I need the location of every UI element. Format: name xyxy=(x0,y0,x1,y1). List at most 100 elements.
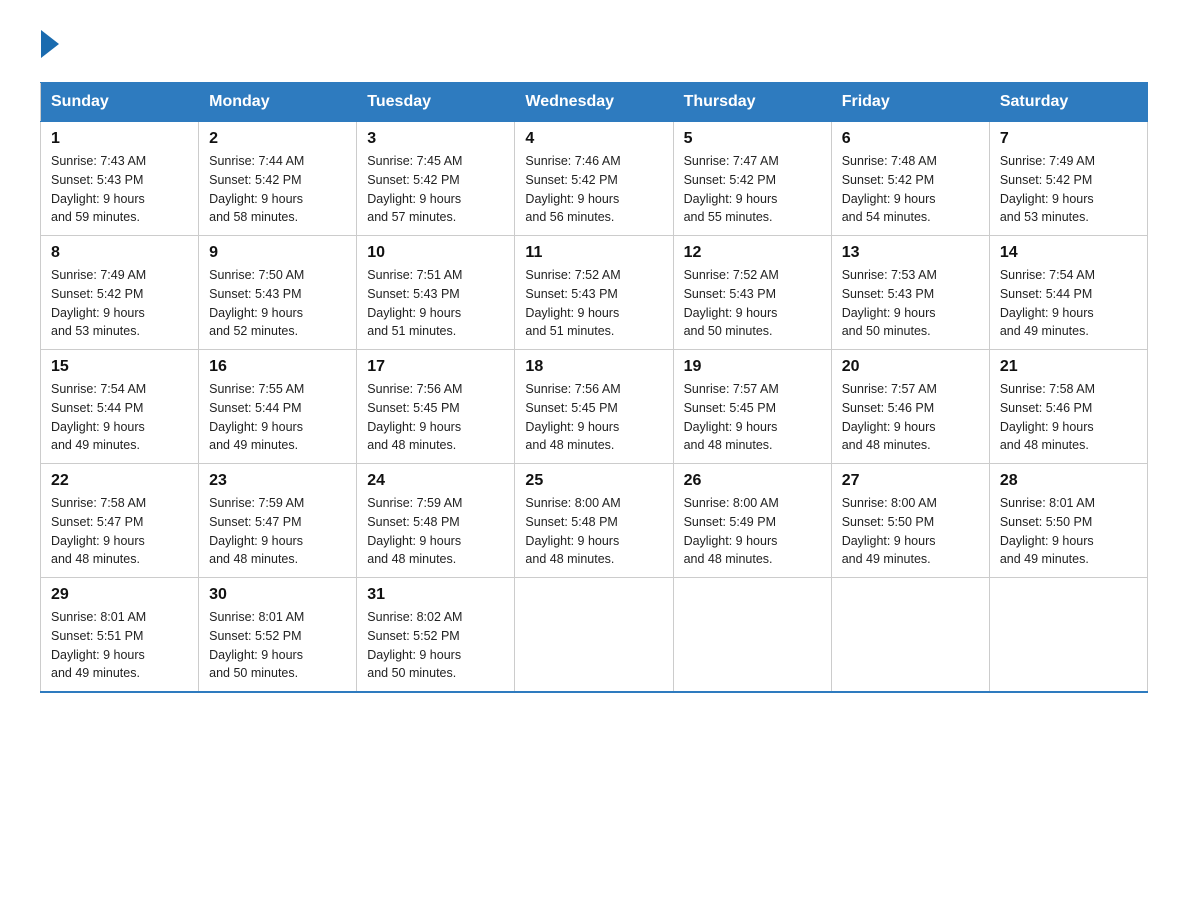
calendar-day-cell: 29 Sunrise: 8:01 AM Sunset: 5:51 PM Dayl… xyxy=(41,578,199,693)
day-number: 16 xyxy=(209,358,346,376)
calendar-day-cell: 20 Sunrise: 7:57 AM Sunset: 5:46 PM Dayl… xyxy=(831,350,989,464)
calendar-day-cell: 4 Sunrise: 7:46 AM Sunset: 5:42 PM Dayli… xyxy=(515,122,673,236)
day-info: Sunrise: 7:55 AM Sunset: 5:44 PM Dayligh… xyxy=(209,380,346,455)
calendar-day-cell: 23 Sunrise: 7:59 AM Sunset: 5:47 PM Dayl… xyxy=(199,464,357,578)
day-number: 12 xyxy=(684,244,821,262)
calendar-header: SundayMondayTuesdayWednesdayThursdayFrid… xyxy=(41,83,1148,122)
calendar-week-row: 15 Sunrise: 7:54 AM Sunset: 5:44 PM Dayl… xyxy=(41,350,1148,464)
day-number: 26 xyxy=(684,472,821,490)
calendar-day-cell: 28 Sunrise: 8:01 AM Sunset: 5:50 PM Dayl… xyxy=(989,464,1147,578)
weekday-header-monday: Monday xyxy=(199,83,357,122)
calendar-day-cell: 1 Sunrise: 7:43 AM Sunset: 5:43 PM Dayli… xyxy=(41,122,199,236)
day-number: 29 xyxy=(51,586,188,604)
calendar-day-cell: 30 Sunrise: 8:01 AM Sunset: 5:52 PM Dayl… xyxy=(199,578,357,693)
weekday-header-sunday: Sunday xyxy=(41,83,199,122)
logo-arrow-icon xyxy=(41,30,59,58)
day-number: 4 xyxy=(525,130,662,148)
day-info: Sunrise: 7:44 AM Sunset: 5:42 PM Dayligh… xyxy=(209,152,346,227)
day-info: Sunrise: 7:45 AM Sunset: 5:42 PM Dayligh… xyxy=(367,152,504,227)
weekday-header-saturday: Saturday xyxy=(989,83,1147,122)
calendar-day-cell: 13 Sunrise: 7:53 AM Sunset: 5:43 PM Dayl… xyxy=(831,236,989,350)
day-number: 6 xyxy=(842,130,979,148)
weekday-header-wednesday: Wednesday xyxy=(515,83,673,122)
calendar-day-cell xyxy=(515,578,673,693)
day-number: 24 xyxy=(367,472,504,490)
day-number: 21 xyxy=(1000,358,1137,376)
calendar-day-cell: 18 Sunrise: 7:56 AM Sunset: 5:45 PM Dayl… xyxy=(515,350,673,464)
day-info: Sunrise: 7:57 AM Sunset: 5:46 PM Dayligh… xyxy=(842,380,979,455)
calendar-day-cell: 6 Sunrise: 7:48 AM Sunset: 5:42 PM Dayli… xyxy=(831,122,989,236)
calendar-day-cell: 7 Sunrise: 7:49 AM Sunset: 5:42 PM Dayli… xyxy=(989,122,1147,236)
day-info: Sunrise: 8:00 AM Sunset: 5:50 PM Dayligh… xyxy=(842,494,979,569)
day-number: 19 xyxy=(684,358,821,376)
day-info: Sunrise: 7:47 AM Sunset: 5:42 PM Dayligh… xyxy=(684,152,821,227)
day-number: 18 xyxy=(525,358,662,376)
day-number: 7 xyxy=(1000,130,1137,148)
weekday-header-thursday: Thursday xyxy=(673,83,831,122)
day-number: 2 xyxy=(209,130,346,148)
logo xyxy=(40,30,59,58)
day-number: 31 xyxy=(367,586,504,604)
day-number: 20 xyxy=(842,358,979,376)
day-number: 10 xyxy=(367,244,504,262)
day-number: 30 xyxy=(209,586,346,604)
calendar-day-cell xyxy=(989,578,1147,693)
calendar-day-cell: 26 Sunrise: 8:00 AM Sunset: 5:49 PM Dayl… xyxy=(673,464,831,578)
calendar-day-cell: 14 Sunrise: 7:54 AM Sunset: 5:44 PM Dayl… xyxy=(989,236,1147,350)
day-info: Sunrise: 8:00 AM Sunset: 5:49 PM Dayligh… xyxy=(684,494,821,569)
weekday-header-row: SundayMondayTuesdayWednesdayThursdayFrid… xyxy=(41,83,1148,122)
day-info: Sunrise: 7:48 AM Sunset: 5:42 PM Dayligh… xyxy=(842,152,979,227)
day-info: Sunrise: 7:52 AM Sunset: 5:43 PM Dayligh… xyxy=(684,266,821,341)
day-info: Sunrise: 7:49 AM Sunset: 5:42 PM Dayligh… xyxy=(51,266,188,341)
calendar-day-cell: 21 Sunrise: 7:58 AM Sunset: 5:46 PM Dayl… xyxy=(989,350,1147,464)
day-number: 9 xyxy=(209,244,346,262)
day-number: 15 xyxy=(51,358,188,376)
day-info: Sunrise: 8:00 AM Sunset: 5:48 PM Dayligh… xyxy=(525,494,662,569)
calendar-day-cell: 31 Sunrise: 8:02 AM Sunset: 5:52 PM Dayl… xyxy=(357,578,515,693)
day-number: 5 xyxy=(684,130,821,148)
calendar-day-cell: 15 Sunrise: 7:54 AM Sunset: 5:44 PM Dayl… xyxy=(41,350,199,464)
day-info: Sunrise: 7:53 AM Sunset: 5:43 PM Dayligh… xyxy=(842,266,979,341)
calendar-day-cell: 3 Sunrise: 7:45 AM Sunset: 5:42 PM Dayli… xyxy=(357,122,515,236)
calendar-day-cell: 5 Sunrise: 7:47 AM Sunset: 5:42 PM Dayli… xyxy=(673,122,831,236)
day-info: Sunrise: 7:51 AM Sunset: 5:43 PM Dayligh… xyxy=(367,266,504,341)
day-info: Sunrise: 7:58 AM Sunset: 5:47 PM Dayligh… xyxy=(51,494,188,569)
day-number: 25 xyxy=(525,472,662,490)
calendar-day-cell xyxy=(831,578,989,693)
day-number: 8 xyxy=(51,244,188,262)
day-number: 22 xyxy=(51,472,188,490)
day-info: Sunrise: 7:56 AM Sunset: 5:45 PM Dayligh… xyxy=(367,380,504,455)
day-info: Sunrise: 7:49 AM Sunset: 5:42 PM Dayligh… xyxy=(1000,152,1137,227)
calendar-day-cell: 10 Sunrise: 7:51 AM Sunset: 5:43 PM Dayl… xyxy=(357,236,515,350)
day-info: Sunrise: 8:02 AM Sunset: 5:52 PM Dayligh… xyxy=(367,608,504,683)
calendar-day-cell: 19 Sunrise: 7:57 AM Sunset: 5:45 PM Dayl… xyxy=(673,350,831,464)
calendar-week-row: 29 Sunrise: 8:01 AM Sunset: 5:51 PM Dayl… xyxy=(41,578,1148,693)
calendar-day-cell: 27 Sunrise: 8:00 AM Sunset: 5:50 PM Dayl… xyxy=(831,464,989,578)
day-info: Sunrise: 7:57 AM Sunset: 5:45 PM Dayligh… xyxy=(684,380,821,455)
day-number: 27 xyxy=(842,472,979,490)
weekday-header-tuesday: Tuesday xyxy=(357,83,515,122)
day-info: Sunrise: 8:01 AM Sunset: 5:52 PM Dayligh… xyxy=(209,608,346,683)
day-info: Sunrise: 7:58 AM Sunset: 5:46 PM Dayligh… xyxy=(1000,380,1137,455)
calendar-day-cell: 9 Sunrise: 7:50 AM Sunset: 5:43 PM Dayli… xyxy=(199,236,357,350)
day-number: 28 xyxy=(1000,472,1137,490)
calendar-day-cell: 17 Sunrise: 7:56 AM Sunset: 5:45 PM Dayl… xyxy=(357,350,515,464)
day-info: Sunrise: 7:46 AM Sunset: 5:42 PM Dayligh… xyxy=(525,152,662,227)
calendar-week-row: 22 Sunrise: 7:58 AM Sunset: 5:47 PM Dayl… xyxy=(41,464,1148,578)
calendar-day-cell xyxy=(673,578,831,693)
calendar-body: 1 Sunrise: 7:43 AM Sunset: 5:43 PM Dayli… xyxy=(41,122,1148,693)
day-info: Sunrise: 7:54 AM Sunset: 5:44 PM Dayligh… xyxy=(51,380,188,455)
day-number: 3 xyxy=(367,130,504,148)
day-info: Sunrise: 7:52 AM Sunset: 5:43 PM Dayligh… xyxy=(525,266,662,341)
calendar-day-cell: 25 Sunrise: 8:00 AM Sunset: 5:48 PM Dayl… xyxy=(515,464,673,578)
day-number: 14 xyxy=(1000,244,1137,262)
day-number: 11 xyxy=(525,244,662,262)
calendar-day-cell: 12 Sunrise: 7:52 AM Sunset: 5:43 PM Dayl… xyxy=(673,236,831,350)
page-header xyxy=(40,30,1148,58)
weekday-header-friday: Friday xyxy=(831,83,989,122)
calendar-table: SundayMondayTuesdayWednesdayThursdayFrid… xyxy=(40,82,1148,693)
day-number: 1 xyxy=(51,130,188,148)
calendar-day-cell: 16 Sunrise: 7:55 AM Sunset: 5:44 PM Dayl… xyxy=(199,350,357,464)
day-number: 13 xyxy=(842,244,979,262)
calendar-week-row: 8 Sunrise: 7:49 AM Sunset: 5:42 PM Dayli… xyxy=(41,236,1148,350)
